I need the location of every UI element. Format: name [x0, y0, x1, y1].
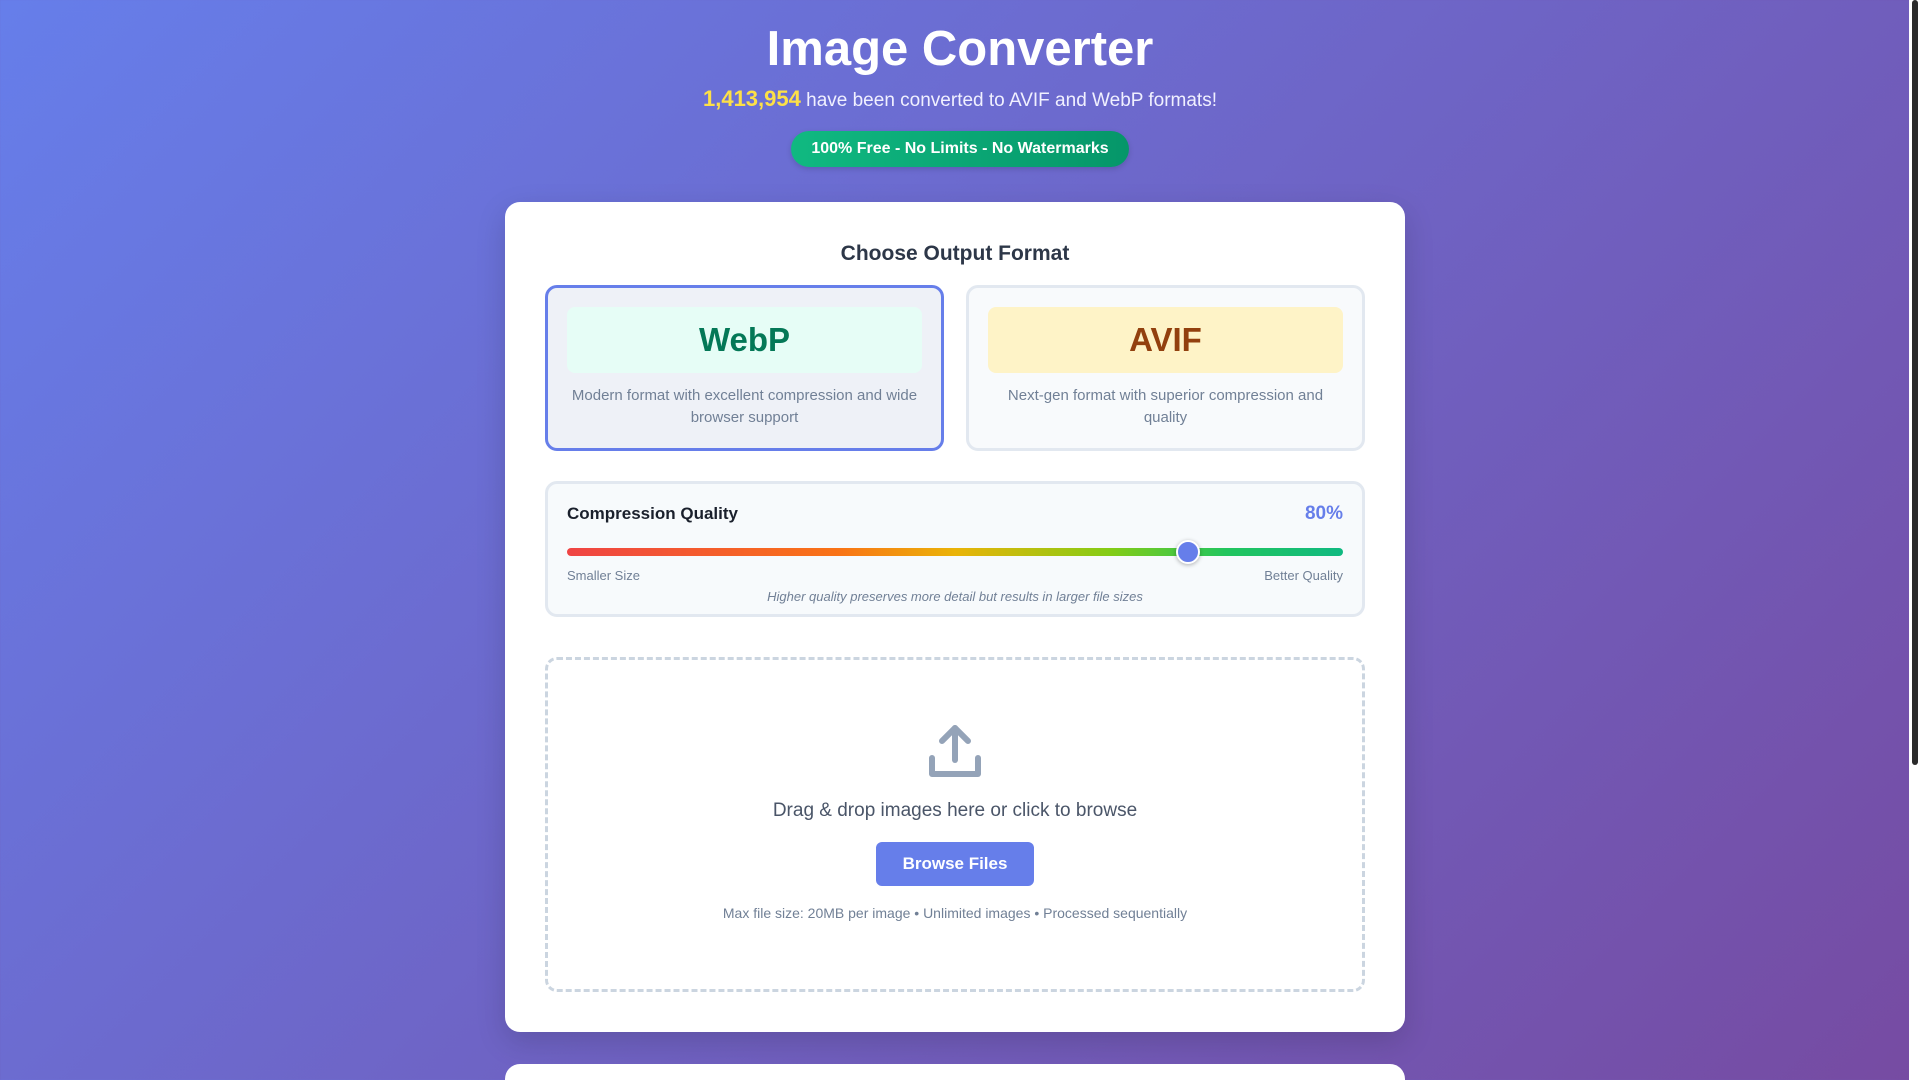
format-section-title: Choose Output Format	[840, 242, 1070, 265]
quality-slider-thumb[interactable]	[1175, 540, 1200, 564]
dropzone-text: Drag & drop images here or click to brow…	[772, 800, 1138, 821]
page-header: Image Converter 1,413,954 have been conv…	[0, 0, 1920, 167]
conversion-counter: 1,413,954 have been converted to AVIF an…	[0, 86, 1920, 112]
next-card	[505, 1064, 1405, 1080]
browse-files-button[interactable]: Browse Files	[876, 842, 1034, 886]
quality-slider[interactable]	[567, 540, 1343, 564]
format-name-webp: WebP	[567, 307, 922, 374]
free-badge: 100% Free - No Limits - No Watermarks	[791, 130, 1129, 167]
format-option-avif[interactable]: AVIF Next-gen format with superior compr…	[966, 285, 1365, 451]
converter-card: Choose Output Format WebP Modern format …	[505, 202, 1405, 1032]
format-options: WebP Modern format with excellent compre…	[545, 285, 1365, 451]
quality-panel: Compression Quality 80% Smaller Size Bet…	[545, 481, 1365, 617]
conversion-text: have been converted to AVIF and WebP for…	[800, 89, 1217, 111]
format-option-webp[interactable]: WebP Modern format with excellent compre…	[545, 285, 944, 451]
quality-note: Higher quality preserves more detail but…	[767, 589, 1143, 604]
upload-icon	[929, 725, 981, 777]
page-scrollbar[interactable]	[1909, 0, 1920, 1080]
format-name-avif: AVIF	[988, 307, 1343, 374]
quality-max-label: Better Quality	[1264, 568, 1343, 583]
upload-dropzone[interactable]: Drag & drop images here or click to brow…	[545, 657, 1365, 992]
format-description-webp: Modern format with excellent compression…	[571, 387, 918, 426]
quality-value: 80%	[1304, 503, 1343, 524]
quality-label: Compression Quality	[567, 504, 738, 523]
dropzone-info: Max file size: 20MB per image • Unlimite…	[722, 905, 1188, 921]
conversion-count: 1,413,954	[702, 85, 801, 111]
scrollbar-thumb[interactable]	[1912, 0, 1918, 765]
quality-min-label: Smaller Size	[567, 568, 640, 583]
format-description-avif: Next-gen format with superior compressio…	[1007, 387, 1324, 426]
page-title: Image Converter	[766, 22, 1154, 76]
